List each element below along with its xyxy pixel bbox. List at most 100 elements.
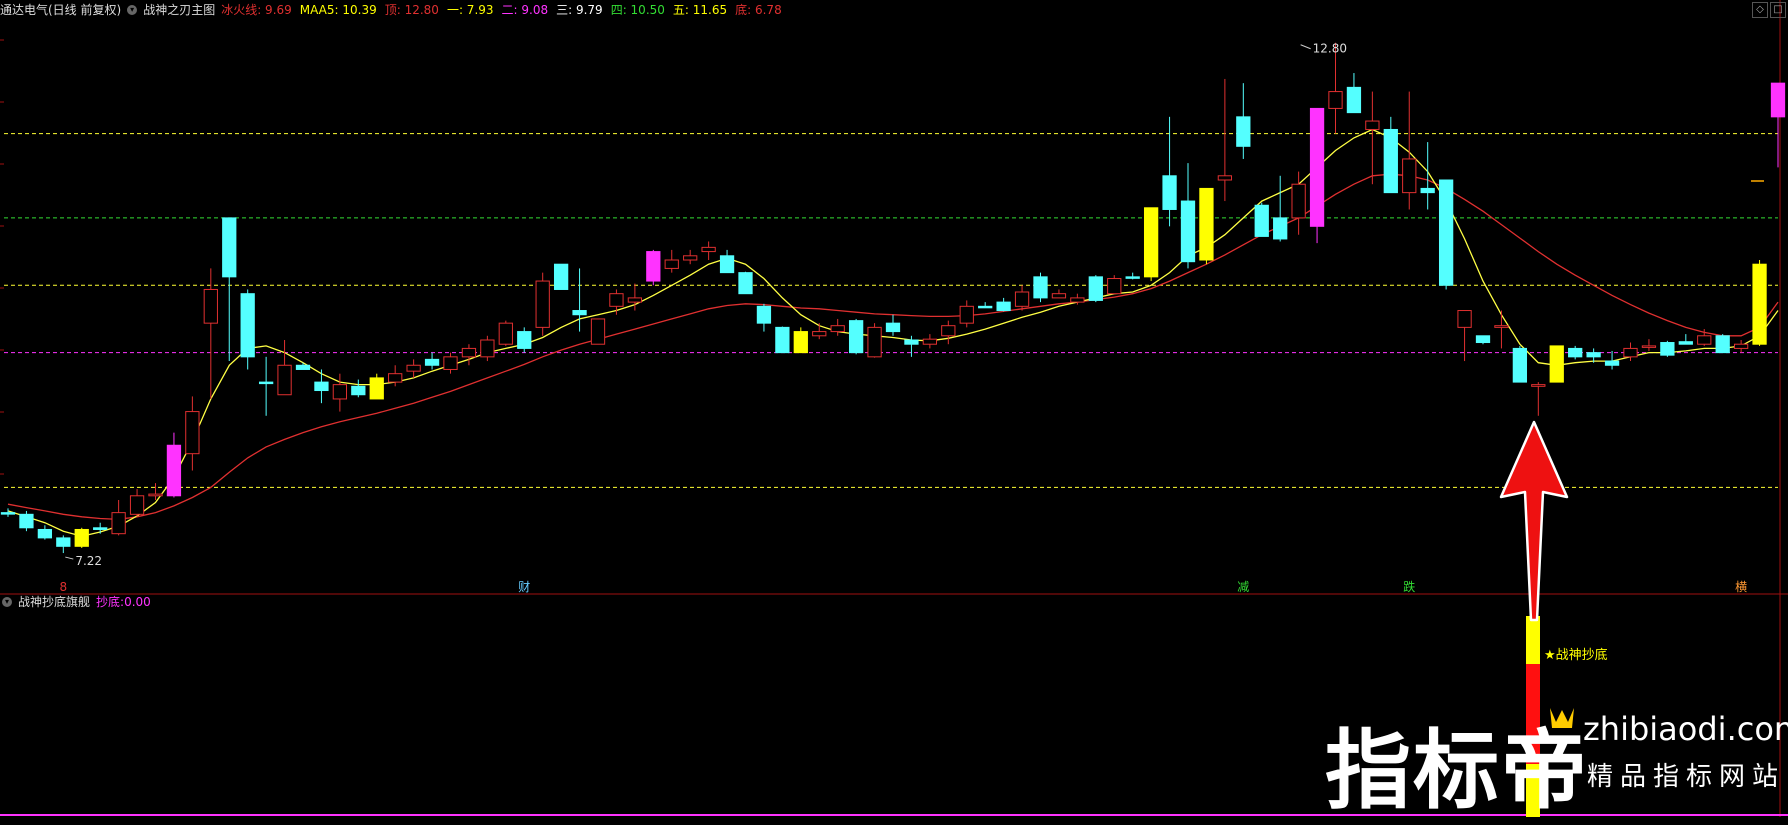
candle-body-79 — [1457, 310, 1472, 328]
low-pointer — [65, 556, 74, 560]
candle-body-71 — [1309, 107, 1325, 227]
candle-body-23 — [424, 358, 440, 366]
candle-body-46 — [848, 320, 864, 354]
candle-body-75 — [1383, 128, 1398, 194]
watermark-big: 指标帝 — [1325, 721, 1589, 821]
main-chart[interactable]: 12.807.228 财减跌横★战神抄底 — [0, 0, 1788, 817]
candle-body-44 — [812, 331, 827, 337]
candle-body-59 — [1088, 276, 1103, 301]
candle-body-69 — [1273, 217, 1288, 240]
candle-body-89 — [1641, 345, 1657, 348]
sub-indicator-value: 0.00 — [124, 595, 151, 609]
candle-body-88 — [1623, 347, 1638, 358]
candle-body-6 — [111, 512, 126, 535]
candle-body-74 — [1365, 120, 1380, 130]
indicator-value-8: 底: 6.78 — [735, 3, 782, 17]
candle-body-26 — [480, 339, 495, 358]
candle-body-84 — [1549, 345, 1564, 383]
indicator-value-1: MAA5: 10.39 — [299, 3, 377, 17]
event-marker-1: 财 — [518, 580, 530, 594]
candle-body-14 — [258, 381, 274, 385]
candle-body-17 — [314, 381, 329, 392]
window-close-icon[interactable]: □ — [1770, 2, 1786, 18]
candle-body-2 — [37, 528, 53, 539]
candle-body-56 — [1033, 276, 1048, 299]
indicator-value-0: 冰火线: 9.69 — [221, 3, 292, 17]
candle-body-94 — [1733, 343, 1749, 349]
candle-body-10 — [185, 411, 200, 455]
candle-body-55 — [1014, 291, 1030, 307]
indicator-value-5: 三: 9.79 — [556, 3, 603, 17]
candle-body-18 — [332, 384, 348, 400]
candle-body-76 — [1402, 158, 1417, 194]
candle-body-21 — [388, 373, 403, 383]
candle-body-43 — [793, 331, 808, 354]
candle-body-3 — [56, 537, 71, 547]
candle-body-54 — [996, 301, 1011, 312]
high-pointer — [1300, 44, 1311, 50]
candle-body-53 — [978, 305, 993, 309]
candle-body-95 — [1752, 263, 1767, 345]
ma-red-line — [7, 173, 1779, 521]
window-restore-icon[interactable]: ◇ — [1752, 2, 1768, 18]
candle-body-63 — [1162, 175, 1177, 210]
candle-body-32 — [590, 318, 606, 345]
candle-body-57 — [1051, 293, 1067, 299]
signal-label: ★战神抄底 — [1544, 647, 1608, 663]
candle-body-82 — [1512, 347, 1528, 383]
candle-body-39 — [719, 255, 735, 274]
candle-body-67 — [1236, 116, 1251, 147]
candle-body-92 — [1697, 335, 1712, 345]
candle-body-4 — [74, 528, 89, 547]
candle-body-51 — [941, 325, 956, 337]
candle-body-60 — [1107, 278, 1122, 295]
candle-body-33 — [609, 293, 624, 307]
indicator-value-7: 五: 11.65 — [672, 3, 728, 17]
candle-body-37 — [683, 255, 698, 261]
sub-chart-header: ▾ 战神抄底旗舰 抄底: 0.00 — [0, 592, 151, 612]
candle-body-31 — [572, 310, 587, 316]
indicator-settings-icon[interactable]: ▾ — [127, 5, 138, 15]
candle-body-70 — [1291, 183, 1306, 219]
indicator-value-2: 顶: 12.80 — [384, 3, 439, 17]
indicator-name[interactable]: 战神之刃主图 — [143, 0, 215, 20]
candle-body-52 — [959, 305, 974, 324]
candle-body-34 — [627, 297, 643, 303]
candle-body-20 — [369, 377, 384, 400]
candle-body-27 — [498, 322, 513, 345]
stock-title[interactable]: 通达电气(日线 前复权) — [0, 0, 121, 20]
watermark-url: zhibiaodi.com — [1583, 710, 1788, 748]
candle-body-16 — [295, 364, 311, 370]
candle-body-38 — [701, 246, 716, 253]
event-marker-3: 跌 — [1403, 579, 1415, 594]
candle-body-25 — [461, 347, 477, 358]
candle-body-61 — [1125, 276, 1140, 279]
candle-body-0 — [0, 512, 16, 515]
low-price-label: 7.22 — [75, 554, 102, 568]
candle-body-48 — [885, 322, 901, 333]
candle-body-11 — [203, 288, 218, 324]
candle-body-81 — [1494, 325, 1509, 328]
sub-indicator-name[interactable]: 战神抄底旗舰 — [18, 592, 90, 612]
candle-body-66 — [1217, 175, 1233, 181]
watermark-sub: 精品指标网站 — [1587, 762, 1786, 792]
candle-body-24 — [443, 356, 458, 370]
signal-bar-yellow-top — [1526, 616, 1540, 664]
candle-body-30 — [553, 263, 569, 290]
candle-body-8 — [148, 493, 163, 497]
indicator-value-4: 二: 9.08 — [501, 3, 549, 17]
event-marker-2: 减 — [1237, 580, 1249, 594]
candle-body-93 — [1715, 335, 1730, 354]
sub-indicator-label: 抄底: — [96, 595, 125, 609]
indicator-values: 冰火线: 9.69 MAA5: 10.39 顶: 12.80 一: 7.93 二: 9.… — [221, 0, 782, 20]
indicator-value-3: 一: 7.93 — [446, 3, 494, 17]
candle-body-29 — [535, 280, 550, 328]
candle-body-86 — [1586, 352, 1601, 358]
candle-body-28 — [517, 331, 532, 349]
candle-body-73 — [1346, 86, 1362, 114]
candle-body-1 — [19, 513, 34, 529]
candle-body-35 — [646, 251, 661, 282]
sub-indicator-settings-icon[interactable]: ▾ — [2, 597, 12, 607]
candle-body-47 — [867, 326, 882, 358]
candle-body-36 — [664, 259, 679, 269]
